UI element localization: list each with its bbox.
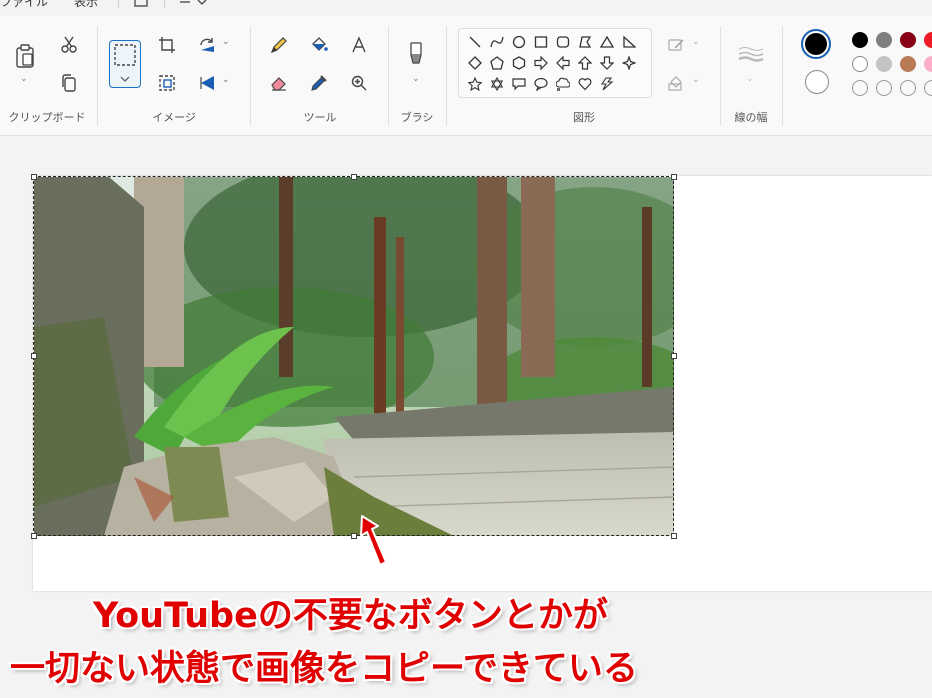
resize-handle[interactable] [671,353,677,359]
annotation-caption-line2: 一切ない状態で画像をコピーできている [10,649,638,689]
four-point-star-shape-icon[interactable] [619,53,639,73]
primary-color-swatch[interactable] [801,29,831,59]
line-shape-icon[interactable] [465,32,485,52]
secondary-color-swatch[interactable] [805,70,829,94]
cloud-callout-shape-icon[interactable] [553,74,573,94]
chevron-down-icon[interactable]: ⌄ [412,74,420,84]
rotate-icon[interactable] [196,34,218,56]
palette-color-swatch[interactable] [924,56,932,72]
color-picker-icon[interactable] [308,72,330,94]
menu-bar: ファイル 表示 [0,0,932,16]
outline-icon[interactable] [667,36,687,54]
chevron-down-icon[interactable]: ⌄ [222,75,230,85]
palette-color-swatch[interactable] [852,80,868,96]
palette-color-swatch[interactable] [900,56,916,72]
palette-color-swatch[interactable] [924,32,932,48]
brush-icon[interactable] [403,40,429,68]
annotation-arrow-icon [356,512,396,568]
curve-shape-icon[interactable] [487,32,507,52]
ribbon-toolbar: ⌄ クリップボード ⌄ ⌄ イメージ ツール ⌄ ブラシ ⌄ ⌄ 図形 ⌄ 線の… [0,16,932,136]
lightning-shape-icon[interactable] [597,74,617,94]
right-arrow-shape-icon[interactable] [531,53,551,73]
chevron-down-icon[interactable]: ⌄ [746,74,754,84]
chevron-down-icon[interactable]: ⌄ [692,37,700,47]
annotation-caption-line1: YouTubeの不要なボタンとかが [93,596,608,636]
palette-color-swatch[interactable] [852,56,868,72]
resize-handle[interactable] [31,174,37,180]
pencil-icon[interactable] [268,34,290,56]
stroke-width-icon[interactable] [736,44,766,64]
select-button[interactable] [109,40,141,88]
oval-callout-shape-icon[interactable] [531,74,551,94]
eraser-icon[interactable] [268,72,290,94]
chevron-down-icon[interactable]: ⌄ [222,37,230,47]
palette-color-swatch[interactable] [876,32,892,48]
group-label-tools: ツール [303,111,337,124]
menu-file[interactable]: ファイル [0,0,48,10]
resize-handle[interactable] [31,353,37,359]
copy-icon[interactable] [58,72,80,94]
group-label-brush: ブラシ [400,111,434,124]
polygon-shape-icon[interactable] [575,32,595,52]
rectangle-shape-icon[interactable] [531,32,551,52]
palette-color-swatch[interactable] [852,32,868,48]
six-point-star-shape-icon[interactable] [487,74,507,94]
rect-callout-shape-icon[interactable] [509,74,529,94]
group-separator [388,26,389,126]
group-label-image: イメージ [152,111,196,124]
group-separator [97,26,98,126]
resize-handle[interactable] [671,533,677,539]
chevron-down-icon[interactable]: ⌄ [20,74,28,84]
resize-handle[interactable] [31,533,37,539]
primary-color-fill [805,33,827,55]
hexagon-shape-icon[interactable] [509,53,529,73]
palette-color-swatch[interactable] [876,56,892,72]
resize-icon[interactable] [156,72,178,94]
left-arrow-shape-icon[interactable] [553,53,573,73]
group-label-shapes: 図形 [573,111,595,124]
oval-shape-icon[interactable] [509,32,529,52]
paste-icon[interactable] [12,42,38,70]
up-arrow-shape-icon[interactable] [575,53,595,73]
pasted-forest-photo[interactable] [34,177,674,536]
text-icon[interactable] [348,34,370,56]
right-triangle-shape-icon[interactable] [619,32,639,52]
resize-handle[interactable] [351,174,357,180]
palette-color-swatch[interactable] [924,80,932,96]
flip-icon[interactable] [196,72,218,94]
heart-shape-icon[interactable] [575,74,595,94]
palette-color-swatch[interactable] [876,80,892,96]
resize-handle[interactable] [671,174,677,180]
group-separator [250,26,251,126]
group-label-clipboard: クリップボード [8,111,86,124]
fill-icon[interactable] [667,74,687,92]
pentagon-shape-icon[interactable] [487,53,507,73]
palette-color-swatch[interactable] [900,32,916,48]
menu-view[interactable]: 表示 [74,0,98,10]
image-icon[interactable] [132,0,150,8]
menu-separator [118,0,119,8]
rounded-rectangle-shape-icon[interactable] [553,32,573,52]
five-point-star-shape-icon[interactable] [465,74,485,94]
crop-icon[interactable] [156,34,178,56]
down-arrow-shape-icon[interactable] [597,53,617,73]
diamond-shape-icon[interactable] [465,53,485,73]
group-label-stroke: 線の幅 [734,111,768,124]
group-separator [446,26,447,126]
layers-icon[interactable] [178,0,208,8]
group-separator [720,26,721,126]
chevron-down-icon[interactable]: ⌄ [692,75,700,85]
magnifier-icon[interactable] [348,72,370,94]
triangle-shape-icon[interactable] [597,32,617,52]
cut-icon[interactable] [58,34,80,56]
group-separator [782,26,783,126]
shapes-gallery [458,28,652,98]
palette-color-swatch[interactable] [900,80,916,96]
menu-separator [164,0,165,8]
fill-bucket-icon[interactable] [308,34,330,56]
